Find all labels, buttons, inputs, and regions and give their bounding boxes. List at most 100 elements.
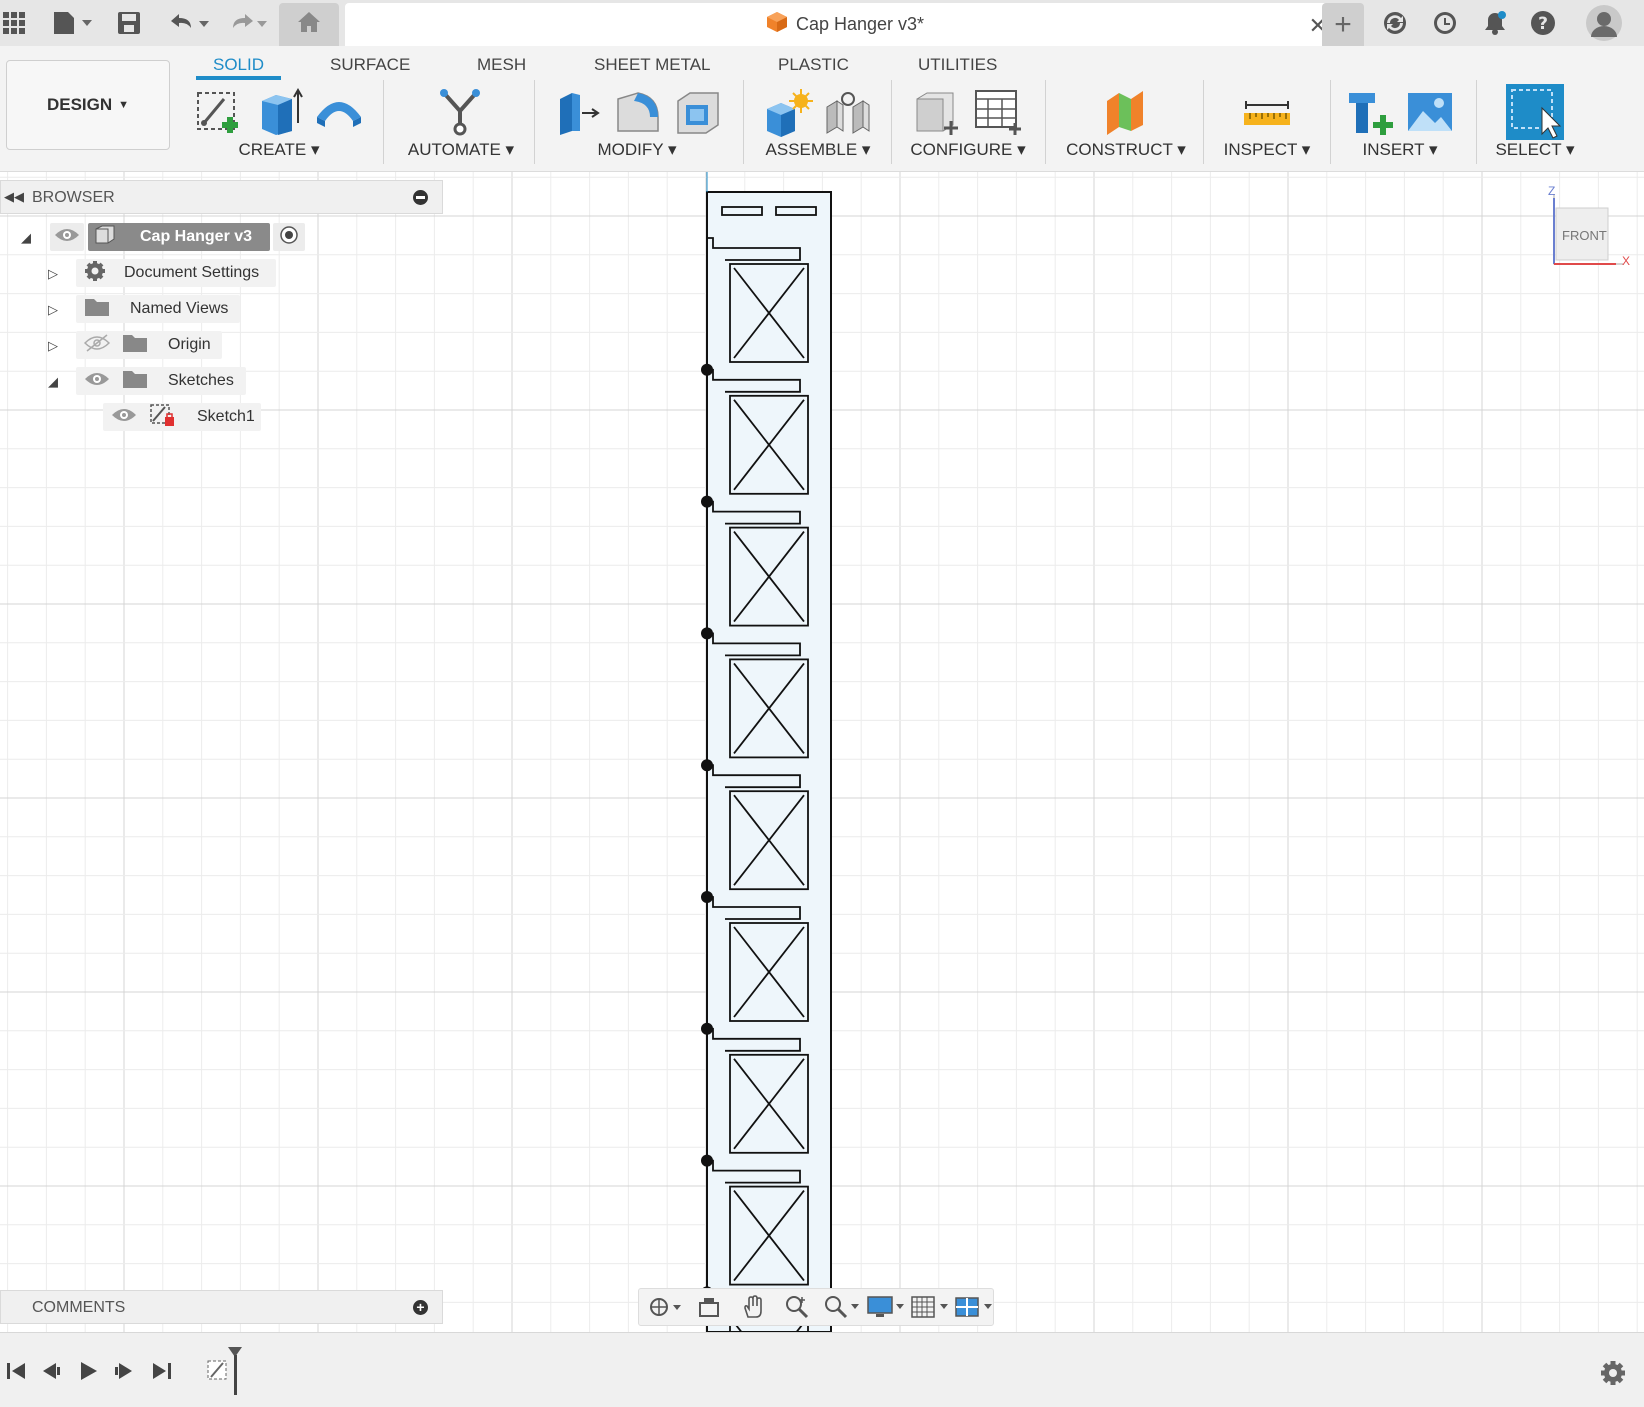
tab-plastic[interactable]: PLASTIC xyxy=(778,50,849,80)
step-forward-icon[interactable] xyxy=(113,1360,135,1387)
new-tab-button[interactable]: + xyxy=(1322,3,1364,46)
viewcube[interactable]: Z X FRONT xyxy=(1548,184,1638,274)
create-sketch-icon[interactable] xyxy=(193,84,245,140)
refresh-icon[interactable] xyxy=(1380,6,1410,40)
root-label: Cap Hanger v3 xyxy=(140,228,253,245)
sketch-point xyxy=(701,891,713,903)
select-icon[interactable] xyxy=(1506,84,1564,140)
tab-sheet-metal[interactable]: SHEET METAL xyxy=(594,50,711,80)
go-to-end-icon[interactable] xyxy=(151,1360,173,1387)
file-icon[interactable] xyxy=(50,6,94,40)
measure-icon[interactable] xyxy=(1241,84,1293,140)
joint-icon[interactable] xyxy=(822,84,874,140)
add-comment-icon[interactable]: + xyxy=(413,1300,428,1315)
browser-item-document-settings[interactable]: Document Settings xyxy=(76,258,276,288)
eye-icon[interactable] xyxy=(54,226,80,249)
go-to-start-icon[interactable] xyxy=(5,1360,27,1387)
shell-icon[interactable] xyxy=(671,84,723,140)
save-icon[interactable] xyxy=(116,6,142,40)
new-component-icon[interactable] xyxy=(762,84,814,140)
insert-image-icon[interactable] xyxy=(1404,84,1456,140)
grid-snaps-icon[interactable] xyxy=(909,1292,949,1322)
chevron-down-icon: ▼ xyxy=(118,99,130,111)
tab-surface[interactable]: SURFACE xyxy=(330,50,410,80)
gear-icon[interactable] xyxy=(1600,1360,1626,1391)
gear-icon xyxy=(84,260,106,287)
viewports-icon[interactable] xyxy=(953,1292,993,1322)
sketch-profile[interactable] xyxy=(0,172,1644,1332)
undo-icon[interactable] xyxy=(166,6,212,40)
ribbon-divider xyxy=(1045,80,1046,164)
document-title: Cap Hanger v3* xyxy=(795,14,925,34)
fillet-icon[interactable] xyxy=(611,84,663,140)
construct-menu[interactable]: CONSTRUCT ▾ xyxy=(1058,140,1194,160)
tab-mesh[interactable]: MESH xyxy=(477,50,526,80)
plus-icon: + xyxy=(1334,7,1352,41)
pan-icon[interactable] xyxy=(733,1292,773,1322)
sketch-icon xyxy=(149,403,175,432)
help-icon[interactable]: ? xyxy=(1528,6,1558,40)
insert-mcmaster-icon[interactable] xyxy=(1344,84,1396,140)
extrude-icon[interactable] xyxy=(253,84,305,140)
browser-title: BROWSER xyxy=(32,189,115,206)
orbit-icon[interactable] xyxy=(645,1292,685,1322)
browser-item-origin[interactable]: Origin xyxy=(76,330,222,360)
inspect-menu[interactable]: INSPECT ▾ xyxy=(1214,140,1320,160)
workspace-switcher-button[interactable]: DESIGN ▼ xyxy=(6,60,170,150)
design-canvas[interactable] xyxy=(0,172,1644,1332)
configure-table-icon[interactable] xyxy=(972,84,1024,140)
bell-icon[interactable] xyxy=(1480,6,1510,40)
browser-item-named-views[interactable]: Named Views xyxy=(76,294,240,324)
ribbon-divider xyxy=(743,80,744,164)
collapse-panel-icon[interactable]: ◀◀ xyxy=(4,189,24,205)
component-icon xyxy=(94,225,116,250)
ribbon-divider xyxy=(1330,80,1331,164)
modify-menu[interactable]: MODIFY ▾ xyxy=(546,140,728,160)
browser-item-sketches[interactable]: Sketches xyxy=(76,366,246,396)
hidden-eye-icon[interactable] xyxy=(83,333,111,357)
expand-triangle-icon[interactable]: ▷ xyxy=(48,338,58,354)
select-menu[interactable]: SELECT ▾ xyxy=(1492,140,1578,160)
look-at-icon[interactable] xyxy=(689,1292,729,1322)
configure-menu[interactable]: CONFIGURE ▾ xyxy=(904,140,1032,160)
document-tab[interactable]: Cap Hanger v3* ✕ xyxy=(345,3,1345,46)
press-pull-icon[interactable] xyxy=(551,84,603,140)
display-settings-icon[interactable] xyxy=(865,1292,905,1322)
browser-root[interactable]: Cap Hanger v3 xyxy=(50,222,305,252)
expand-triangle-icon[interactable]: ◢ xyxy=(21,230,31,246)
insert-menu[interactable]: INSERT ▾ xyxy=(1342,140,1458,160)
automate-menu[interactable]: AUTOMATE ▾ xyxy=(396,140,526,160)
sketch-point xyxy=(701,627,713,640)
redo-icon[interactable] xyxy=(224,6,270,40)
avatar[interactable] xyxy=(1584,5,1624,41)
sketch-outline xyxy=(706,191,832,1332)
minimize-icon[interactable] xyxy=(413,190,428,205)
step-back-icon[interactable] xyxy=(40,1360,62,1387)
apps-grid-icon[interactable] xyxy=(2,6,26,40)
automate-icon[interactable] xyxy=(435,84,487,140)
browser-item-sketch1[interactable]: Sketch1 xyxy=(103,402,261,432)
tab-utilities[interactable]: UTILITIES xyxy=(918,50,997,80)
timeline-marker-icon[interactable] xyxy=(226,1345,246,1402)
expand-triangle-icon[interactable]: ▷ xyxy=(48,266,58,282)
viewcube-face-front[interactable]: FRONT xyxy=(1562,228,1607,243)
title-bar: Cap Hanger v3* ✕ + ? xyxy=(0,0,1644,46)
create-menu[interactable]: CREATE ▾ xyxy=(186,140,372,160)
play-icon[interactable] xyxy=(77,1360,99,1387)
browser-item-label: Sketch1 xyxy=(197,408,255,425)
activate-radio-icon[interactable] xyxy=(279,225,299,250)
clock-icon[interactable] xyxy=(1430,6,1460,40)
assemble-menu[interactable]: ASSEMBLE ▾ xyxy=(754,140,882,160)
browser-item-label: Origin xyxy=(168,336,211,353)
expand-triangle-icon[interactable]: ◢ xyxy=(48,374,58,390)
configure-component-icon[interactable] xyxy=(912,84,964,140)
home-tab[interactable] xyxy=(279,3,339,46)
create-group: CREATE ▾ xyxy=(186,84,372,170)
zoom-icon[interactable] xyxy=(777,1292,817,1322)
expand-triangle-icon[interactable]: ▷ xyxy=(48,302,58,318)
revolve-icon[interactable] xyxy=(313,84,365,140)
zoom-window-icon[interactable] xyxy=(821,1292,861,1322)
eye-icon[interactable] xyxy=(111,406,137,429)
eye-icon[interactable] xyxy=(84,370,110,393)
offset-plane-icon[interactable] xyxy=(1100,84,1152,140)
